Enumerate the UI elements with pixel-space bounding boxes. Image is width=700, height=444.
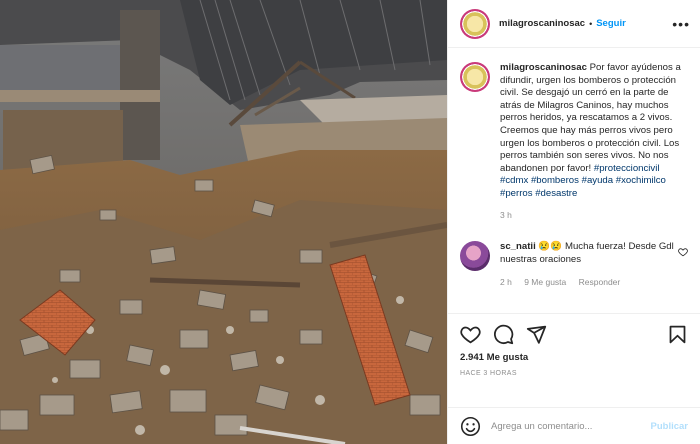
post-age[interactable]: HACE 3 HORAS: [460, 370, 688, 377]
hashtag[interactable]: #cdmx: [500, 175, 528, 186]
publish-button[interactable]: Publicar: [651, 421, 689, 432]
comment-input[interactable]: [491, 420, 651, 432]
more-options-icon[interactable]: •••: [672, 16, 690, 32]
comment-timestamp[interactable]: 2 h: [500, 277, 512, 287]
heart-icon[interactable]: [460, 324, 481, 345]
header-separator: •: [589, 18, 593, 29]
bookmark-icon[interactable]: [667, 324, 688, 345]
commenter-username[interactable]: sc_natii: [500, 241, 536, 252]
caption-meta: 3 h: [500, 209, 688, 222]
hashtag[interactable]: #proteccioncivil: [594, 163, 660, 174]
hashtag[interactable]: #ayuda: [582, 175, 613, 186]
post-photo[interactable]: [0, 0, 447, 444]
caption-text: Por favor ayúdenos a difundir, urgen los…: [500, 62, 681, 174]
caption-timestamp[interactable]: 3 h: [500, 210, 512, 220]
caption-comment: milagroscaninosac Por favor ayúdenos a d…: [460, 62, 688, 221]
follow-button[interactable]: Seguir: [596, 18, 626, 29]
hashtag[interactable]: #desastre: [535, 188, 577, 199]
caption-author-avatar[interactable]: [460, 62, 490, 92]
author-avatar[interactable]: [460, 8, 490, 39]
author-username[interactable]: milagroscaninosac: [499, 18, 585, 29]
add-comment-bar: Publicar: [448, 407, 700, 444]
caption-author-username[interactable]: milagroscaninosac: [500, 62, 587, 73]
emoji-icon[interactable]: [460, 416, 481, 437]
post-side-panel: milagroscaninosac • Seguir ••• milagrosc…: [447, 0, 700, 444]
comment-emojis: 😢😢: [538, 241, 563, 253]
comments-list[interactable]: milagroscaninosac Por favor ayúdenos a d…: [448, 48, 700, 313]
action-icons: [460, 322, 688, 346]
comment-like-count[interactable]: 9 Me gusta: [524, 277, 566, 287]
hashtag[interactable]: #bomberos: [531, 175, 579, 186]
instagram-post-view: milagroscaninosac • Seguir ••• milagrosc…: [0, 0, 700, 444]
comment-reply-button[interactable]: Responder: [579, 277, 621, 287]
comment-heart-icon[interactable]: [678, 247, 688, 257]
share-icon[interactable]: [526, 324, 547, 345]
collapsed-building-rubble-image: [0, 0, 447, 444]
hashtag[interactable]: #perros: [500, 188, 533, 199]
post-header: milagroscaninosac • Seguir •••: [448, 0, 700, 48]
like-count[interactable]: 2.941 Me gusta: [460, 352, 688, 363]
post-actions: 2.941 Me gusta HACE 3 HORAS: [448, 313, 700, 407]
comment-meta: 2 h 9 Me gusta Responder: [500, 276, 688, 289]
commenter-avatar[interactable]: [460, 241, 490, 272]
hashtag[interactable]: #xochimilco: [616, 175, 666, 186]
comment-item: sc_natii 😢😢 Mucha fuerza! Desde Gdl nues…: [460, 241, 688, 289]
comment-icon[interactable]: [493, 324, 514, 345]
